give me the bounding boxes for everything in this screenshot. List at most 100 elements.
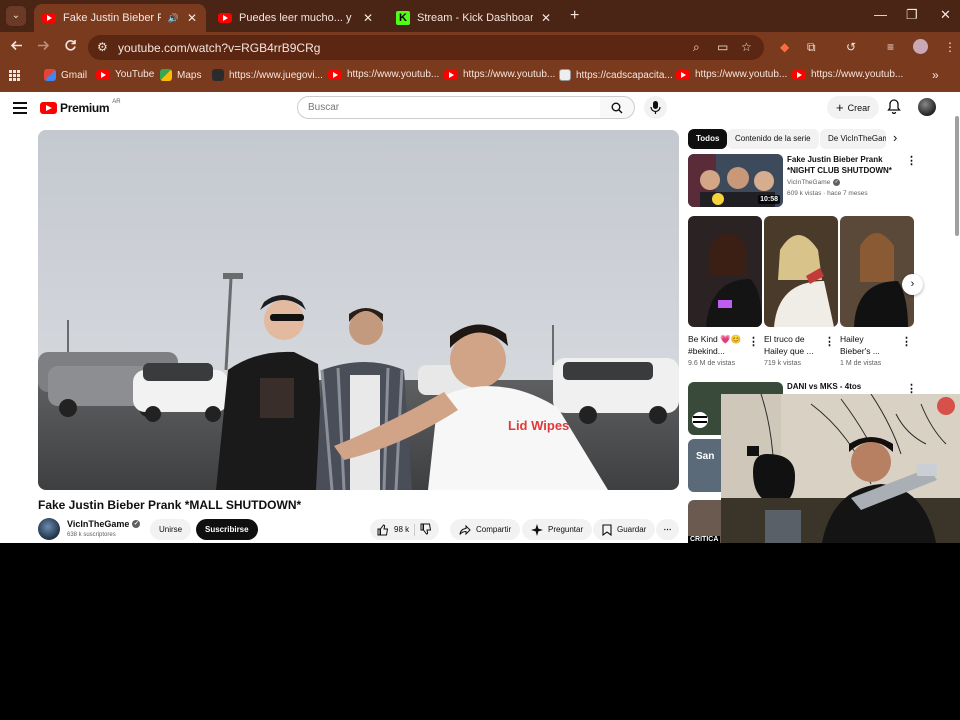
new-tab-button[interactable]: + bbox=[570, 7, 579, 25]
short-thumbnail[interactable] bbox=[840, 216, 914, 327]
thumbnail-text: CRITICA bbox=[688, 536, 721, 543]
thumbs-down-icon bbox=[420, 523, 432, 535]
microphone-icon bbox=[650, 101, 661, 114]
short-thumbnail[interactable] bbox=[688, 216, 762, 327]
more-vertical-icon[interactable]: ⋮ bbox=[901, 335, 912, 348]
join-label: Unirse bbox=[159, 525, 183, 534]
minimize-button[interactable]: — bbox=[874, 7, 887, 22]
forward-arrow-icon bbox=[38, 40, 50, 51]
logo-country: AR bbox=[112, 99, 121, 105]
chevron-right-icon[interactable]: › bbox=[893, 130, 897, 145]
zoom-icon[interactable]: ⌕ bbox=[693, 40, 700, 55]
more-vertical-icon[interactable]: ⋮ bbox=[824, 335, 835, 348]
create-button[interactable]: + Crear bbox=[827, 96, 880, 119]
more-horizontal-icon: ⋯ bbox=[663, 525, 672, 534]
close-tab-icon[interactable]: ✕ bbox=[186, 11, 198, 25]
bookmark-youtube-link[interactable]: https://www.youtub... bbox=[444, 69, 555, 80]
restore-button[interactable]: ❐ bbox=[906, 7, 918, 23]
bookmark-youtube-link[interactable]: https://www.youtub... bbox=[792, 69, 903, 80]
bookmark-youtube-link[interactable]: https://www.youtub... bbox=[328, 69, 439, 80]
channel-label: VicInTheGame bbox=[787, 179, 831, 186]
recommended-channel[interactable]: VicInTheGame ✓ bbox=[787, 179, 841, 186]
tab-search-button[interactable]: ⌄ bbox=[6, 6, 26, 26]
site-settings-icon[interactable]: ⚙ bbox=[97, 40, 108, 54]
bookmark-maps[interactable]: Maps bbox=[160, 69, 201, 81]
bookmark-cadscapacita[interactable]: https://cadscapacita... bbox=[559, 69, 673, 81]
bookmark-youtube-link[interactable]: https://www.youtub... bbox=[676, 69, 787, 80]
tab-title: Stream - Kick Dashboard bbox=[417, 12, 533, 24]
recommended-title[interactable]: DANI vs MKS - 4tos bbox=[787, 382, 861, 391]
thumbs-up-icon bbox=[377, 523, 389, 535]
reload-icon bbox=[65, 40, 76, 51]
thumbnail-text: San bbox=[696, 451, 715, 462]
channel-avatar[interactable] bbox=[38, 518, 60, 540]
short-title[interactable]: Be Kind 💗😊 #bekind... bbox=[688, 333, 744, 357]
more-vertical-icon[interactable]: ⋮ bbox=[748, 335, 759, 348]
recommended-title[interactable]: Fake Justin Bieber Prank *NIGHT CLUB SHU… bbox=[787, 154, 899, 176]
notifications-bell-icon[interactable] bbox=[887, 99, 901, 117]
channel-name-link[interactable]: VicInTheGame ✓ bbox=[67, 519, 141, 529]
bookmark-star-icon[interactable]: ☆ bbox=[741, 40, 752, 54]
tab-youtube-video[interactable]: Fake Justin Bieber Prank *M 🔊 ✕ bbox=[34, 4, 206, 32]
join-button[interactable]: Unirse bbox=[150, 519, 192, 540]
voice-search-button[interactable] bbox=[644, 96, 667, 119]
video-player[interactable]: Lid Wipes bbox=[38, 130, 679, 490]
more-vertical-icon[interactable]: ⋮ bbox=[906, 154, 917, 167]
site-icon bbox=[559, 69, 571, 81]
share-button[interactable]: Compartir bbox=[450, 519, 521, 540]
close-tab-icon[interactable]: ✕ bbox=[540, 11, 552, 25]
page-scrollbar[interactable] bbox=[955, 116, 959, 236]
recommended-thumbnail[interactable]: 10:58 bbox=[688, 154, 783, 207]
speaker-icon[interactable]: 🔊 bbox=[168, 13, 179, 24]
logo-text: Premium bbox=[60, 101, 110, 115]
webcam-overlay bbox=[721, 394, 960, 548]
bookmark-label: https://www.youtub... bbox=[811, 69, 904, 80]
search-button[interactable] bbox=[600, 96, 635, 119]
menu-icon[interactable] bbox=[13, 102, 27, 117]
reload-button[interactable] bbox=[64, 39, 77, 55]
save-button[interactable]: Guardar bbox=[593, 519, 656, 540]
bookmark-juegovi[interactable]: https://www.juegovi... bbox=[212, 69, 323, 81]
account-avatar[interactable] bbox=[918, 98, 936, 116]
search-input[interactable] bbox=[298, 97, 600, 118]
forward-button[interactable] bbox=[37, 39, 50, 55]
history-icon[interactable]: ↺ bbox=[846, 40, 856, 54]
short-title[interactable]: El truco de Hailey que ... bbox=[764, 333, 820, 357]
media-control-icon[interactable]: ≡ bbox=[887, 40, 894, 54]
short-title[interactable]: Hailey Bieber's ... bbox=[840, 333, 896, 357]
divider bbox=[414, 523, 416, 536]
profile-avatar[interactable] bbox=[913, 39, 928, 54]
tab-youtube-second[interactable]: Puedes leer mucho... y no enten ✕ bbox=[210, 4, 382, 32]
tab-strip: ⌄ Fake Justin Bieber Prank *M 🔊 ✕ Puedes… bbox=[0, 0, 960, 32]
ask-button[interactable]: Preguntar bbox=[522, 519, 593, 540]
chip-series[interactable]: Contenido de la serie bbox=[727, 129, 819, 149]
youtube-premium-logo[interactable]: Premium AR bbox=[40, 99, 121, 115]
close-tab-icon[interactable]: ✕ bbox=[362, 11, 374, 25]
dislike-button[interactable] bbox=[420, 523, 432, 537]
subscriber-count: 638 k suscriptores bbox=[67, 532, 116, 538]
bookmarks-overflow-icon[interactable]: » bbox=[932, 68, 939, 82]
back-button[interactable] bbox=[10, 39, 23, 55]
subscribe-button[interactable]: Suscribirse bbox=[196, 519, 258, 540]
more-actions-button[interactable]: ⋯ bbox=[656, 519, 679, 540]
cast-icon[interactable]: ▭ bbox=[717, 40, 728, 54]
chip-todos[interactable]: Todos bbox=[688, 129, 728, 149]
plus-icon: + bbox=[836, 100, 844, 115]
chip-channel[interactable]: De VicInTheGam bbox=[820, 129, 886, 149]
youtube-icon bbox=[792, 69, 806, 80]
bookmark-icon bbox=[602, 523, 612, 536]
url-text[interactable]: youtube.com/watch?v=RGB4rrB9CRg bbox=[118, 41, 320, 55]
tab-kick-dashboard[interactable]: K Stream - Kick Dashboard ✕ bbox=[388, 4, 560, 32]
close-window-button[interactable]: ✕ bbox=[940, 7, 951, 23]
bookmark-label: https://www.youtub... bbox=[463, 69, 556, 80]
short-thumbnail[interactable] bbox=[764, 216, 838, 327]
shorts-next-button[interactable]: › bbox=[902, 274, 923, 295]
extensions-puzzle-icon[interactable]: ⧉ bbox=[807, 40, 816, 55]
like-button[interactable]: 98 k bbox=[377, 523, 409, 536]
youtube-icon bbox=[444, 69, 458, 80]
apps-grid-icon[interactable] bbox=[9, 70, 20, 81]
bookmark-youtube[interactable]: YouTube bbox=[96, 69, 154, 80]
browser-menu-icon[interactable]: ⋮ bbox=[944, 40, 956, 54]
extension-icon[interactable]: ◆ bbox=[780, 40, 789, 54]
bookmark-gmail[interactable]: Gmail bbox=[44, 69, 87, 81]
